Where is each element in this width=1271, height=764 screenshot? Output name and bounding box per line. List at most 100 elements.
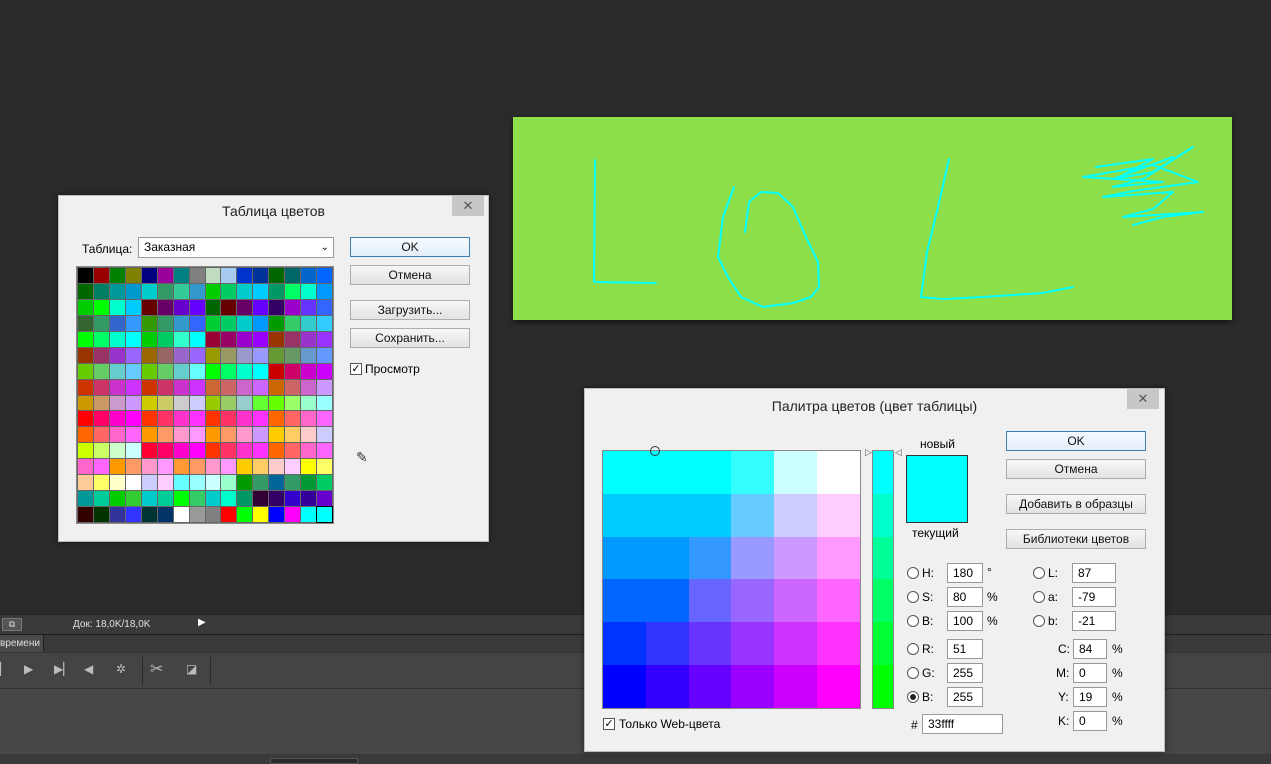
status-menu-arrow[interactable]: ▶ bbox=[198, 617, 206, 628]
color-swatch[interactable] bbox=[205, 491, 221, 507]
eyedropper-icon[interactable]: ✎ bbox=[356, 449, 368, 466]
color-swatch[interactable] bbox=[141, 347, 157, 363]
color-swatch[interactable] bbox=[157, 283, 173, 299]
radio-a[interactable] bbox=[1033, 591, 1045, 603]
color-swatch[interactable] bbox=[173, 443, 189, 459]
color-swatch[interactable] bbox=[205, 411, 221, 427]
color-swatch[interactable] bbox=[317, 363, 332, 379]
color-swatch[interactable] bbox=[173, 331, 189, 347]
color-swatch[interactable] bbox=[205, 379, 221, 395]
color-swatch[interactable] bbox=[125, 507, 141, 522]
cancel-button[interactable]: Отмена bbox=[350, 265, 470, 285]
color-swatch[interactable] bbox=[237, 443, 253, 459]
color-swatch[interactable] bbox=[109, 363, 125, 379]
k-field[interactable]: 0 bbox=[1073, 711, 1107, 731]
c-field[interactable]: 84 bbox=[1073, 639, 1107, 659]
color-swatch[interactable] bbox=[301, 268, 317, 283]
color-swatch[interactable] bbox=[173, 507, 189, 522]
color-swatch[interactable] bbox=[109, 507, 125, 522]
color-field-cell[interactable] bbox=[603, 536, 646, 580]
color-swatch[interactable] bbox=[221, 331, 237, 347]
m-field[interactable]: 0 bbox=[1073, 663, 1107, 683]
color-swatch[interactable] bbox=[141, 331, 157, 347]
color-swatch[interactable] bbox=[205, 427, 221, 443]
color-swatch[interactable] bbox=[93, 299, 109, 315]
color-swatch[interactable] bbox=[253, 315, 269, 331]
radio-s[interactable] bbox=[907, 591, 919, 603]
scissors-icon[interactable]: ✂ bbox=[150, 659, 163, 679]
color-swatch[interactable] bbox=[205, 363, 221, 379]
color-field-cell[interactable] bbox=[688, 451, 732, 494]
color-swatch[interactable] bbox=[93, 315, 109, 331]
load-button[interactable]: Загрузить... bbox=[350, 300, 470, 320]
color-swatch[interactable] bbox=[301, 299, 317, 315]
color-swatch[interactable] bbox=[269, 443, 285, 459]
color-swatch[interactable] bbox=[125, 331, 141, 347]
color-swatch[interactable] bbox=[125, 475, 141, 491]
color-swatch[interactable] bbox=[269, 411, 285, 427]
color-swatch[interactable] bbox=[253, 363, 269, 379]
color-swatch[interactable] bbox=[125, 379, 141, 395]
color-swatch[interactable] bbox=[189, 491, 205, 507]
color-swatch[interactable] bbox=[269, 299, 285, 315]
color-field-cell[interactable] bbox=[603, 579, 646, 623]
color-swatch[interactable] bbox=[93, 395, 109, 411]
color-swatch[interactable] bbox=[237, 459, 253, 475]
color-swatch[interactable] bbox=[301, 363, 317, 379]
color-swatch[interactable] bbox=[189, 268, 205, 283]
current-color-swatch[interactable] bbox=[907, 489, 967, 522]
color-swatch[interactable] bbox=[78, 443, 93, 459]
color-swatch[interactable] bbox=[93, 427, 109, 443]
color-swatch[interactable] bbox=[125, 347, 141, 363]
color-swatch[interactable] bbox=[125, 411, 141, 427]
color-swatch[interactable] bbox=[301, 379, 317, 395]
color-swatch[interactable] bbox=[173, 283, 189, 299]
color-field-cell[interactable] bbox=[774, 451, 818, 494]
color-swatch[interactable] bbox=[237, 299, 253, 315]
color-swatch[interactable] bbox=[237, 427, 253, 443]
h-field[interactable]: 180 bbox=[947, 563, 983, 583]
color-swatch[interactable] bbox=[125, 459, 141, 475]
color-swatch[interactable] bbox=[189, 331, 205, 347]
color-swatch[interactable] bbox=[93, 443, 109, 459]
color-swatch[interactable] bbox=[237, 347, 253, 363]
color-swatch[interactable] bbox=[205, 395, 221, 411]
color-swatch[interactable] bbox=[253, 283, 269, 299]
color-swatch[interactable] bbox=[317, 268, 332, 283]
color-swatch[interactable] bbox=[269, 363, 285, 379]
color-swatch[interactable] bbox=[205, 347, 221, 363]
color-swatch[interactable] bbox=[157, 411, 173, 427]
color-swatch[interactable] bbox=[253, 427, 269, 443]
close-button[interactable]: ✕ bbox=[1127, 389, 1159, 409]
color-swatch[interactable] bbox=[109, 491, 125, 507]
color-swatch[interactable] bbox=[317, 411, 332, 427]
color-swatch[interactable] bbox=[317, 315, 332, 331]
color-swatch[interactable] bbox=[157, 299, 173, 315]
color-swatch[interactable] bbox=[157, 395, 173, 411]
timeline-tab[interactable]: времени bbox=[0, 635, 44, 653]
color-swatch[interactable] bbox=[109, 331, 125, 347]
color-field-cell[interactable] bbox=[731, 579, 775, 623]
color-swatch[interactable] bbox=[78, 491, 93, 507]
color-swatch[interactable] bbox=[317, 331, 332, 347]
color-slider-segment[interactable] bbox=[873, 451, 893, 494]
color-swatch[interactable] bbox=[285, 379, 301, 395]
brightness-field[interactable]: 100 bbox=[947, 611, 983, 631]
color-swatch[interactable] bbox=[301, 507, 317, 522]
color-swatch[interactable] bbox=[173, 475, 189, 491]
color-swatch[interactable] bbox=[269, 283, 285, 299]
color-field-cell[interactable] bbox=[817, 579, 860, 623]
color-field-cell[interactable] bbox=[603, 665, 646, 708]
color-swatch[interactable] bbox=[141, 427, 157, 443]
color-swatch[interactable] bbox=[93, 347, 109, 363]
radio-l[interactable] bbox=[1033, 567, 1045, 579]
color-swatch[interactable] bbox=[221, 459, 237, 475]
color-swatch[interactable] bbox=[317, 299, 332, 315]
radio-brightness[interactable] bbox=[907, 615, 919, 627]
color-swatch[interactable] bbox=[141, 491, 157, 507]
color-swatch[interactable] bbox=[317, 475, 332, 491]
color-swatch[interactable] bbox=[205, 459, 221, 475]
color-swatch[interactable] bbox=[301, 315, 317, 331]
color-swatch[interactable] bbox=[221, 315, 237, 331]
color-field-cell[interactable] bbox=[603, 622, 646, 666]
